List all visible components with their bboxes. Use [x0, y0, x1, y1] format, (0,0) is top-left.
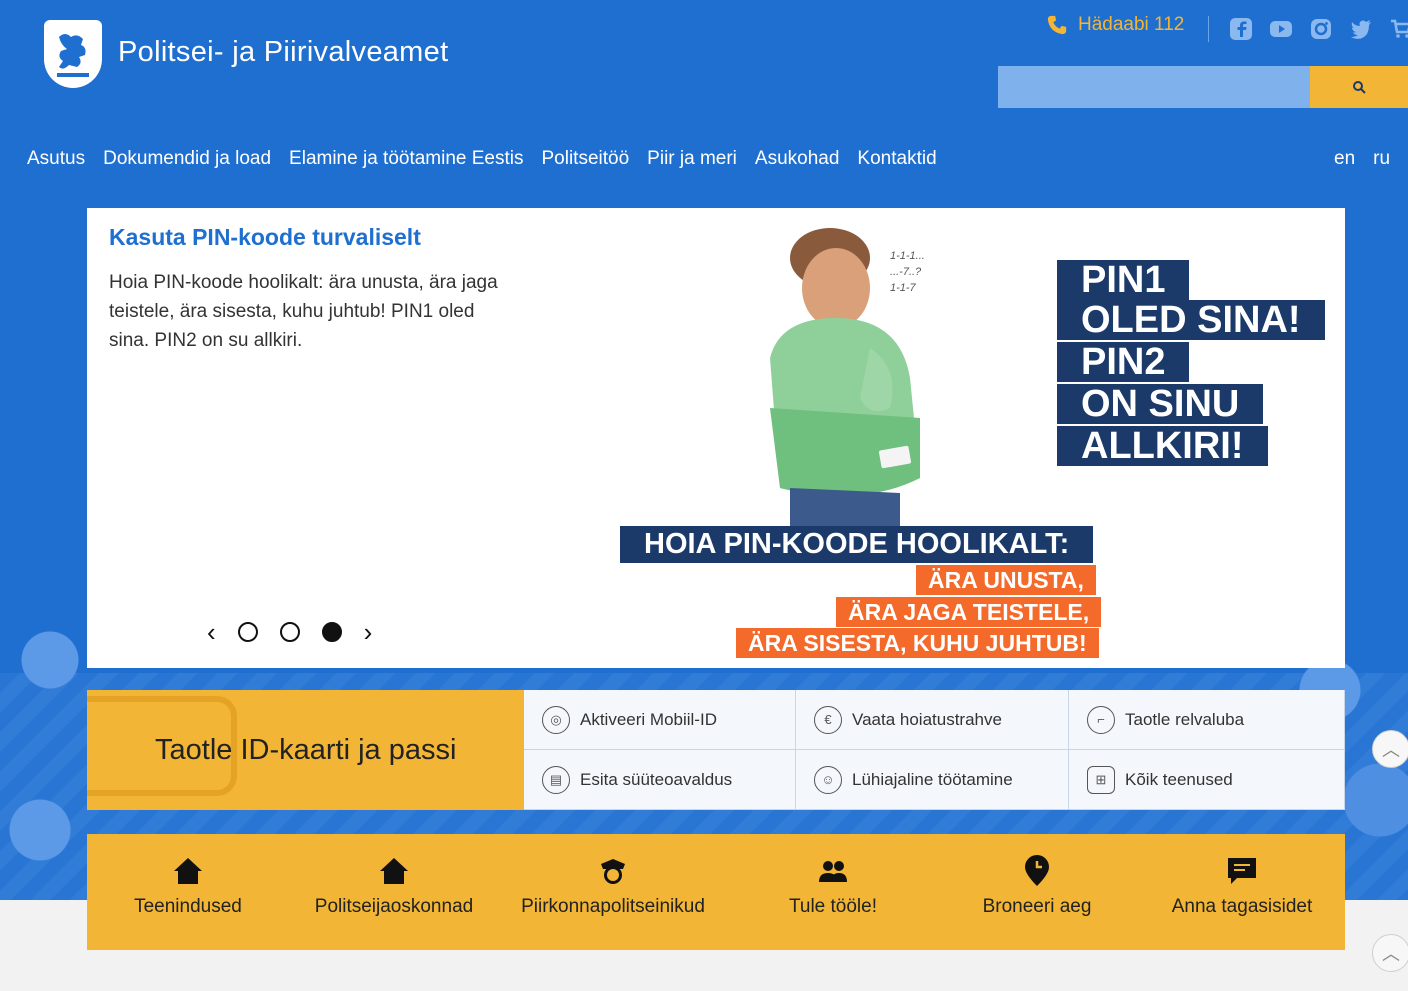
service-label: Aktiveeri Mobiil-ID: [580, 709, 717, 729]
quick-link-label: Anna tagasisidet: [1171, 896, 1313, 917]
header-divider: [1208, 16, 1209, 42]
emergency-contact[interactable]: Hädaabi 112: [1046, 14, 1184, 36]
id-card-label: Taotle ID-kaarti ja passi: [155, 734, 457, 766]
twitter-icon[interactable]: [1348, 16, 1374, 42]
quick-link-piirkonnapolitseinikud[interactable]: Piirkonnapolitseinikud: [515, 854, 711, 918]
social-links: [1228, 16, 1408, 42]
slide-title[interactable]: Kasuta PIN-koode turvaliselt: [109, 224, 421, 251]
youtube-icon[interactable]: [1268, 16, 1294, 42]
nav-item-kontaktid[interactable]: Kontaktid: [848, 146, 945, 172]
nav-item-asutus[interactable]: Asutus: [18, 146, 94, 172]
language-ru[interactable]: ru: [1373, 146, 1390, 172]
service-relvaluba[interactable]: ⌐ Taotle relvaluba: [1069, 690, 1345, 750]
search-input[interactable]: [998, 66, 1310, 108]
emergency-label: Hädaabi 112: [1078, 14, 1185, 35]
service-luhiajaline-tootamine[interactable]: ☺ Lühiajaline töötamine: [796, 750, 1069, 810]
nav-item-dokumendid[interactable]: Dokumendid ja load: [94, 146, 280, 172]
service-label: Esita süüteoavaldus: [580, 769, 733, 789]
quick-link-label: Piirkonnapolitseinikud: [521, 896, 705, 917]
hero-carousel: Kasuta PIN-koode turvaliselt Hoia PIN-ko…: [87, 208, 1345, 668]
feedback-icon: [1228, 858, 1256, 884]
image-headline: HOIA PIN-KOODE HOOLIKALT:: [620, 526, 1094, 563]
search-icon: [1353, 81, 1366, 94]
euro-icon: €: [814, 705, 842, 734]
gun-icon: ⌐: [1087, 705, 1115, 734]
chevron-right-icon[interactable]: ›: [364, 619, 373, 645]
image-orange-line-3: ÄRA SISESTA, KUHU JUHTUB!: [736, 628, 1099, 658]
location-clock-icon: [1025, 855, 1049, 886]
police-officer-icon: [601, 859, 625, 884]
main-navigation: Asutus Dokumendid ja load Elamine ja töö…: [18, 146, 946, 172]
building-icon: [380, 858, 408, 884]
service-hoiatustrahvid[interactable]: € Vaata hoiatustrahve: [796, 690, 1069, 750]
quick-links: Teenindused Politseijaoskonnad Piirkonna…: [87, 834, 1345, 950]
carousel-dot-2[interactable]: [279, 622, 300, 642]
quick-link-label: Tule tööle!: [788, 896, 877, 917]
worker-icon: ☺: [814, 765, 842, 794]
pin-line-2: OLED SINA!: [1057, 300, 1325, 340]
police-logo[interactable]: [44, 20, 102, 88]
language-switcher: en ru: [1334, 146, 1390, 172]
facebook-icon[interactable]: [1228, 16, 1254, 42]
pin-line-4: ON SINU: [1057, 384, 1264, 424]
service-label: Lühiajaline töötamine: [852, 769, 1013, 789]
id-card-service[interactable]: Taotle ID-kaarti ja passi: [87, 690, 524, 810]
instagram-icon[interactable]: [1308, 16, 1334, 42]
service-label: Vaata hoiatustrahve: [852, 709, 1002, 729]
scroll-up-icon[interactable]: ︿: [1372, 730, 1408, 768]
nav-item-politseitoo[interactable]: Politseitöö: [533, 146, 639, 172]
slide-text: Hoia PIN-koode hoolikalt: ära unusta, är…: [109, 272, 498, 351]
quick-link-label: Politseijaoskonnad: [314, 896, 474, 917]
quick-link-label: Teenindused: [134, 896, 242, 917]
quick-link-teenindused[interactable]: Teenindused: [123, 854, 253, 918]
service-label: Kõik teenused: [1125, 769, 1233, 789]
services-section: Taotle ID-kaarti ja passi ◎ Aktiveeri Mo…: [87, 690, 1345, 810]
phone-icon: [1047, 15, 1067, 35]
service-koik-teenused[interactable]: ⊞ Kõik teenused: [1069, 750, 1345, 810]
service-label: Taotle relvaluba: [1125, 709, 1245, 729]
site-title[interactable]: Politsei- ja Piirivalveamet: [118, 36, 448, 69]
all-services-icon: ⊞: [1087, 765, 1115, 794]
pin-line-1: PIN1: [1057, 260, 1190, 300]
language-en[interactable]: en: [1334, 146, 1355, 172]
lion-crest-icon: [57, 34, 89, 77]
home-icon: [174, 858, 202, 884]
document-icon: ▤: [542, 765, 570, 794]
carousel-dot-3[interactable]: [321, 622, 342, 642]
pin-line-5: ALLKIRI!: [1057, 426, 1268, 466]
quick-link-broneeri-aeg[interactable]: Broneeri aeg: [977, 854, 1097, 918]
carousel-controls: ‹ ›: [207, 619, 373, 645]
quick-link-anna-tagasisidet[interactable]: Anna tagasisidet: [1167, 854, 1317, 918]
cart-icon[interactable]: [1388, 16, 1408, 42]
services-grid: ◎ Aktiveeri Mobiil-ID € Vaata hoiatustra…: [524, 690, 1345, 810]
carousel-dot-1[interactable]: [237, 622, 258, 642]
nav-item-piir-ja-meri[interactable]: Piir ja meri: [638, 146, 746, 172]
quick-link-label: Broneeri aeg: [982, 896, 1092, 917]
image-orange-line-2: ÄRA JAGA TEISTELE,: [836, 597, 1102, 627]
fingerprint-icon: ◎: [542, 705, 570, 734]
service-suuteoavaldus[interactable]: ▤ Esita süüteoavaldus: [524, 750, 796, 810]
service-mobiil-id[interactable]: ◎ Aktiveeri Mobiil-ID: [524, 690, 796, 750]
chevron-left-icon[interactable]: ‹: [207, 619, 216, 645]
people-icon: [819, 861, 847, 882]
scribble-numbers: 1-1-1... ...-7..? 1-1-7: [890, 250, 925, 294]
slide-image[interactable]: 1-1-1... ...-7..? 1-1-7 PIN1 OLED SINA! …: [590, 208, 1345, 668]
pin-line-3: PIN2: [1057, 342, 1190, 382]
quick-link-tule-toole[interactable]: Tule tööle!: [773, 854, 893, 918]
man-illustration: [770, 228, 920, 528]
quick-link-politseijaoskonnad[interactable]: Politseijaoskonnad: [313, 854, 475, 918]
nav-item-asukohad[interactable]: Asukohad: [746, 146, 849, 172]
search-button[interactable]: [1310, 66, 1408, 108]
scroll-to-top-icon[interactable]: ︿: [1372, 934, 1408, 972]
image-orange-line-1: ÄRA UNUSTA,: [916, 565, 1096, 595]
nav-item-elamine[interactable]: Elamine ja töötamine Eestis: [280, 146, 532, 172]
